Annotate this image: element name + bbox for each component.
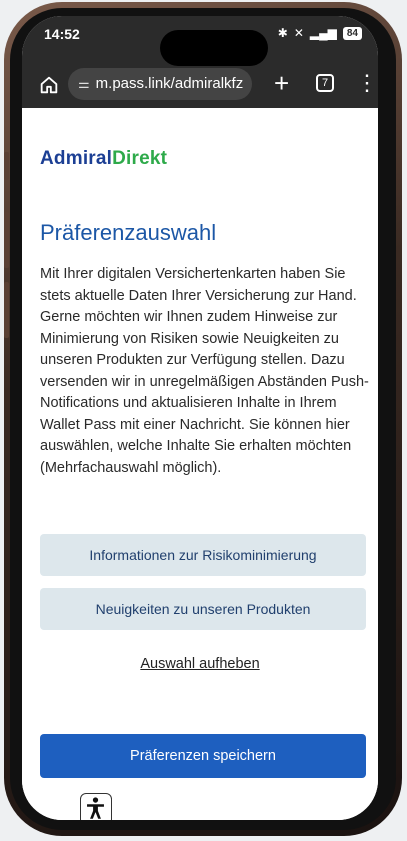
save-preferences-button[interactable]: Präferenzen speichern [40,734,366,778]
volume-up-button [4,212,9,268]
option-product-news-button[interactable]: Neuigkeiten zu unseren Produkten [40,588,366,630]
intro-paragraph: Mit Ihrer digitalen Versichertenkarten h… [40,266,369,476]
logo-part-direkt: Direkt [112,148,168,169]
mute-icon: ✕ [293,26,304,40]
tabs-icon[interactable]: 7 [316,74,334,92]
page-content: AdmiralDirekt Präferenzauswahl Mit Ihrer… [22,108,378,820]
battery-icon: 84 [342,26,362,40]
status-icons: ✱ ✕ ▂▄▆ 84 [278,26,362,40]
accessibility-icon[interactable] [80,793,112,820]
brand-logo: AdmiralDirekt [40,148,167,170]
tune-icon[interactable]: ⚌ [78,68,90,100]
url-text: m.pass.link/admiralkfz [95,75,244,92]
menu-icon[interactable]: ⋮ [356,68,378,98]
browser-top-bar: 14:52 ✱ ✕ ▂▄▆ 84 ⚌ m.pass.link/admiralkf… [22,16,378,108]
status-time: 14:52 [44,26,80,42]
phone-screen: 14:52 ✱ ✕ ▂▄▆ 84 ⚌ m.pass.link/admiralkf… [22,16,378,820]
option-risk-minimization-button[interactable]: Informationen zur Risikominimierung [40,534,366,576]
volume-down-button [4,282,9,338]
address-bar[interactable]: ⚌ m.pass.link/admiralkfz [68,68,252,100]
page-title: Präferenzauswahl [40,220,217,245]
accessibility-figure-icon [87,797,104,819]
clear-selection-link[interactable]: Auswahl aufheben [22,656,378,672]
bluetooth-icon: ✱ [277,26,288,40]
dynamic-island [160,30,268,66]
action-button [4,152,9,180]
home-icon[interactable] [38,74,60,96]
plus-icon[interactable]: + [274,68,289,98]
signal-5g-icon: ▂▄▆ [309,26,337,40]
logo-part-admiral: Admiral [40,148,113,169]
